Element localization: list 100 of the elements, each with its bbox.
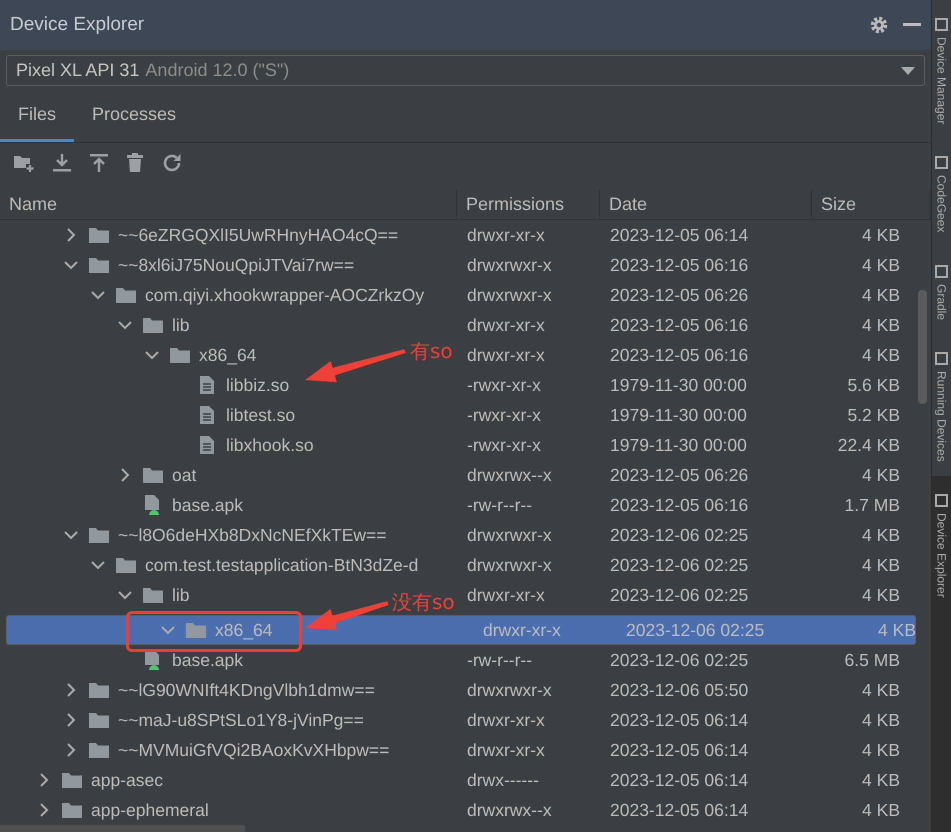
table-cell: 2023-12-06 02:25 — [610, 650, 748, 670]
table-cell: 4 KB — [862, 554, 900, 576]
folder-icon — [88, 526, 110, 544]
table-cell: 2023-12-05 06:14 — [610, 800, 748, 820]
table-cell: drwxrwxr-x — [467, 680, 552, 700]
table-cell: 1979-11-30 00:00 — [610, 404, 747, 426]
folder-icon — [61, 771, 83, 789]
table-cell: 2023-12-05 06:16 — [610, 314, 748, 336]
table-cell: 4 KB — [862, 740, 900, 760]
file-name: ~~maJ-u8SPtSLo1Y8-jVinPg== — [118, 710, 364, 730]
table-cell: 5.2 KB — [847, 404, 900, 426]
tool-window-tab[interactable]: CodeGeex — [932, 138, 951, 247]
file-name: base.apk — [172, 494, 244, 516]
file-name: app-ephemeral — [91, 800, 209, 820]
folder-icon — [142, 316, 164, 334]
file-name: libtest.so — [226, 404, 296, 426]
table-cell: 5.6 KB — [847, 374, 900, 396]
folder-icon — [88, 256, 110, 274]
tool-window-icon — [935, 156, 948, 170]
table-cell: 4 KB — [862, 344, 900, 366]
folder-icon — [88, 226, 110, 244]
table-cell: drwxrwx--x — [467, 800, 552, 820]
table-cell: 2023-12-05 06:16 — [610, 254, 748, 276]
table-cell: drwxr-xr-x — [483, 620, 561, 640]
table-cell: 4 KB — [862, 800, 900, 820]
file-name: com.test.testapplication-BtN3dZe-d — [145, 554, 418, 576]
folder-icon — [142, 586, 164, 604]
tool-window-icon — [935, 494, 948, 506]
tool-window-tab[interactable]: Gradle — [932, 246, 951, 334]
file-name: libxhook.so — [226, 434, 314, 456]
folder-icon — [169, 346, 191, 364]
table-cell: 4 KB — [862, 254, 900, 276]
column-header[interactable]: Permissions — [457, 189, 600, 219]
table-cell: 2023-12-05 06:14 — [610, 224, 748, 246]
annotation-label: 有so — [410, 338, 453, 365]
table-cell: -rw-r--r-- — [467, 650, 532, 670]
table-cell: -rwxr-xr-x — [467, 374, 541, 396]
annotation-label: 没有so — [392, 589, 455, 616]
column-header[interactable]: Size — [812, 189, 931, 219]
folder-icon — [142, 466, 164, 484]
new-folder-icon[interactable] — [13, 153, 35, 173]
caret-icon — [901, 66, 915, 74]
file-name: lib — [172, 584, 190, 606]
tool-window-tab[interactable]: Device Explorer — [932, 476, 951, 832]
table-cell: 1.7 MB — [844, 494, 900, 516]
column-header[interactable]: Date — [600, 189, 812, 219]
device-dropdown[interactable]: Pixel XL API 31 Android 12.0 ("S") — [6, 55, 925, 86]
tab[interactable]: Processes — [74, 90, 194, 142]
scrollbar[interactable] — [918, 290, 927, 404]
table-cell: drwxr-xr-x — [467, 584, 545, 606]
settings-icon[interactable] — [869, 15, 889, 35]
minimize-icon[interactable] — [903, 23, 921, 27]
file-name: oat — [172, 464, 196, 486]
table-cell: 4 KB — [862, 584, 900, 606]
table-cell: 2023-12-05 06:16 — [610, 344, 748, 366]
table-cell: drwxr-xr-x — [467, 224, 545, 246]
table-cell: 2023-12-06 02:25 — [626, 620, 764, 640]
table-cell: 2023-12-06 02:25 — [610, 524, 748, 546]
tab[interactable]: Files — [0, 90, 74, 142]
upload-icon[interactable] — [89, 153, 109, 173]
trash-icon[interactable] — [126, 153, 144, 173]
folder-icon — [115, 286, 137, 304]
column-header[interactable]: Name — [0, 189, 457, 219]
table-cell: 4 KB — [862, 284, 900, 306]
table-cell: 1979-11-30 00:00 — [610, 374, 747, 396]
file-name: ~~MVMuiGfVQi2BAoxKvXHbpw== — [118, 740, 390, 760]
table-cell: 2023-12-06 02:25 — [610, 584, 748, 606]
file-name: ~~lG90WNIft4KDngVlbh1dmw== — [118, 680, 375, 700]
table-cell: 4 KB — [862, 224, 900, 246]
tool-window-icon — [935, 264, 948, 278]
tool-window-icon — [935, 352, 948, 365]
tool-window-tab[interactable]: Running Devices — [932, 334, 951, 476]
file-icon — [199, 435, 215, 455]
table-cell: drwxr-xr-x — [467, 740, 545, 760]
table-cell: 4 KB — [862, 710, 900, 730]
download-icon[interactable] — [52, 153, 72, 173]
table-cell: 4 KB — [862, 314, 900, 336]
folder-icon — [185, 621, 207, 639]
file-name: x86_64 — [199, 344, 256, 366]
table-cell: drwxrwxr-x — [467, 524, 552, 546]
table-cell: 4 KB — [862, 524, 900, 546]
tool-window-icon — [935, 18, 948, 31]
table-cell: drwxrwxr-x — [467, 284, 552, 306]
file-name: libbiz.so — [226, 374, 290, 396]
tool-window-tab[interactable]: Device Manager — [932, 0, 951, 138]
table-cell: 2023-12-05 06:26 — [610, 284, 748, 306]
file-name: x86_64 — [215, 620, 272, 640]
table-cell: 2023-12-05 06:26 — [610, 464, 748, 486]
table-cell: drwxrwxr-x — [467, 254, 552, 276]
file-name: ~~l8O6deHXb8DxNcNEfXkTEw== — [118, 524, 386, 546]
table-cell: drwxr-xr-x — [467, 344, 545, 366]
panel-title: Device Explorer — [10, 14, 146, 36]
table-cell: 22.4 KB — [838, 434, 900, 456]
file-name: ~~8xl6iJ75NouQpiJTVai7rw== — [118, 254, 354, 276]
table-cell: 6.5 MB — [844, 650, 900, 670]
table-cell: drwx------ — [467, 770, 539, 790]
table-cell: 4 KB — [862, 680, 900, 700]
file-icon — [199, 405, 215, 425]
refresh-icon[interactable] — [161, 152, 183, 174]
file-name: app-asec — [91, 770, 163, 790]
